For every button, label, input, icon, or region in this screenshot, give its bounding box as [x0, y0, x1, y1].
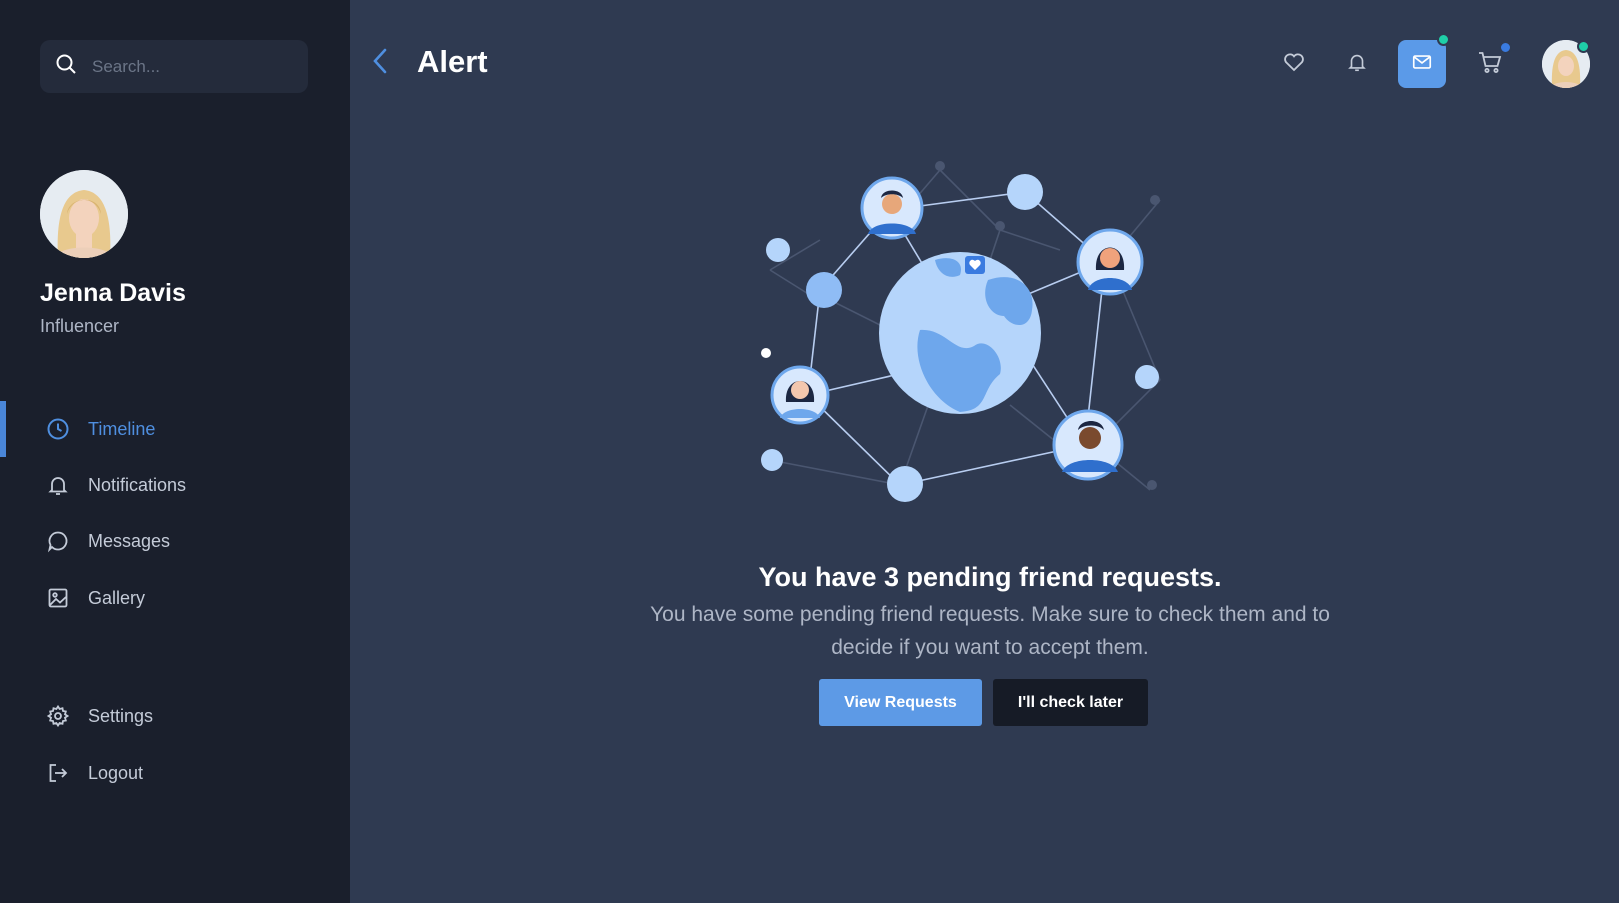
heart-icon — [1282, 50, 1306, 79]
profile-avatar — [40, 170, 128, 258]
nav-item-settings[interactable]: Settings — [0, 688, 350, 744]
cart-icon — [1477, 49, 1503, 80]
chevron-left-icon — [371, 47, 389, 80]
check-later-button[interactable]: I'll check later — [993, 679, 1148, 726]
search-input[interactable] — [92, 56, 292, 77]
logout-icon — [46, 761, 70, 785]
nav-item-notifications[interactable]: Notifications — [0, 457, 350, 513]
mail-badge — [1437, 33, 1450, 46]
profile-name: Jenna Davis — [40, 279, 186, 307]
nav-label-timeline: Timeline — [88, 418, 156, 439]
search-box[interactable] — [40, 40, 308, 93]
bell-icon — [46, 473, 70, 497]
avatar-status-badge — [1577, 40, 1590, 53]
nav-item-logout[interactable]: Logout — [0, 745, 350, 801]
notifications-button[interactable] — [1333, 40, 1381, 88]
profile-role: Influencer — [40, 316, 120, 336]
nav-label-gallery: Gallery — [88, 587, 146, 608]
nav-label-messages: Messages — [88, 530, 171, 551]
view-requests-button[interactable]: View Requests — [819, 679, 982, 726]
search-icon — [54, 52, 78, 81]
mail-icon — [1411, 51, 1433, 78]
sidebar: Jenna Davis Influencer Timeline Notifica… — [0, 0, 350, 903]
nav-item-messages[interactable]: Messages — [0, 513, 350, 569]
nav-item-gallery[interactable]: Gallery — [0, 570, 350, 626]
network-globe-illustration — [761, 161, 1161, 502]
alert-headline: You have 3 pending friend requests. — [758, 562, 1222, 592]
favorites-button[interactable] — [1270, 40, 1318, 88]
gear-icon — [46, 704, 70, 728]
nav-item-timeline[interactable]: Timeline — [0, 401, 350, 457]
cart-badge — [1499, 41, 1512, 54]
nav-label-logout: Logout — [88, 762, 144, 783]
mail-button[interactable] — [1398, 40, 1446, 88]
page-title: Alert — [417, 44, 488, 79]
back-button[interactable] — [368, 48, 392, 78]
nav-label-notifications: Notifications — [88, 474, 187, 495]
clock-icon — [46, 417, 70, 441]
bell-icon — [1346, 51, 1368, 78]
image-icon — [46, 586, 70, 610]
nav-label-settings: Settings — [88, 705, 154, 726]
alert-description: You have some pending friend requests. M… — [650, 603, 1330, 659]
chat-bubble-icon — [46, 529, 70, 553]
